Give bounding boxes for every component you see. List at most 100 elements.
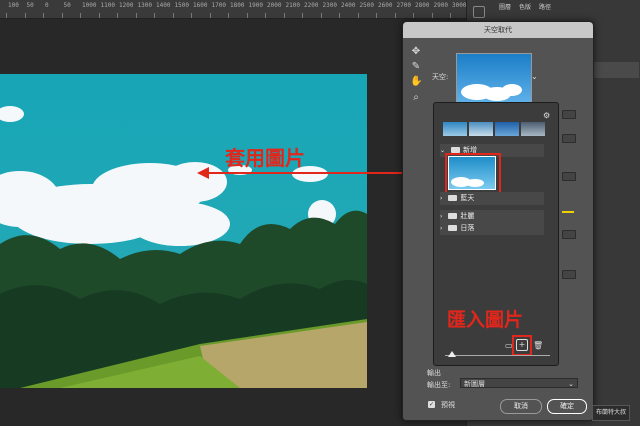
folder-blue-sky[interactable]: › 藍天 — [440, 192, 544, 205]
sky-dropdown-chevron-icon[interactable]: ⌄ — [531, 72, 538, 81]
ruler-tick — [154, 13, 155, 18]
chevron-right-icon: › — [440, 195, 443, 202]
ruler-tick — [61, 13, 63, 18]
sky-brush-icon[interactable]: ✎ — [410, 61, 422, 73]
output-to-value: 新圖層 — [464, 380, 485, 388]
preview-checkbox[interactable]: ✓ — [428, 401, 435, 408]
ruler-tick — [98, 13, 100, 18]
ruler-tick-label: 2300 — [322, 2, 337, 9]
dialog-field — [562, 134, 576, 143]
dialog-field — [562, 270, 576, 279]
recent-sky-thumb[interactable] — [521, 122, 545, 136]
ruler-tick-label: 2200 — [304, 2, 319, 9]
ruler-tick — [413, 13, 414, 18]
ruler-tick — [80, 13, 81, 18]
ok-button[interactable]: 確定 — [547, 399, 587, 414]
history-icon[interactable] — [473, 6, 485, 18]
sky-label: 天空: — [432, 73, 449, 81]
sky-preset-preview[interactable] — [456, 53, 532, 103]
ruler-tick-label: 2400 — [341, 2, 356, 9]
ruler-tick-label: 50 — [26, 2, 34, 9]
ruler-tick-label: 1900 — [248, 2, 263, 9]
ruler-tick — [283, 13, 285, 18]
folder-icon — [448, 225, 458, 231]
ruler-tick-label: 1500 — [174, 2, 189, 9]
hand-tool-icon[interactable]: ✋ — [410, 76, 422, 88]
ruler-tick — [265, 13, 266, 18]
ruler-tick-label: 2500 — [359, 2, 374, 9]
ruler-tick-label: 2900 — [433, 2, 448, 9]
dialog-field — [562, 230, 576, 239]
watermark: 布蘭特大叔 — [592, 405, 631, 421]
highlight-box — [445, 153, 501, 195]
ruler-tick-label: 1000 — [82, 2, 97, 9]
folder-icon — [448, 213, 458, 219]
ruler-tick — [357, 13, 359, 18]
output-to-select[interactable]: 新圖層 ⌄ — [460, 378, 578, 388]
ruler-tick-label: 1100 — [100, 2, 115, 9]
highlight-box — [512, 335, 532, 356]
recent-sky-thumb[interactable] — [443, 122, 467, 136]
folder-label: 壯麗 — [460, 212, 475, 220]
ruler-tick — [376, 13, 377, 18]
recent-sky-thumb[interactable] — [469, 122, 493, 136]
folder-sunset[interactable]: › 日落 — [440, 222, 544, 235]
gear-icon[interactable]: ⚙ — [543, 111, 550, 120]
ruler-tick-label: 50 — [63, 2, 71, 9]
ruler-tick — [117, 13, 118, 18]
ruler-tick — [6, 13, 7, 18]
tab-layers[interactable]: 圖層 — [499, 2, 511, 11]
zoom-tool-icon[interactable]: ⌕ — [410, 92, 422, 104]
recent-sky-thumb[interactable] — [495, 122, 519, 136]
cancel-button[interactable]: 取消 — [500, 399, 542, 414]
horizontal-ruler: 100 50 0 50 1000 1100 1200 1300 1400 1500 1600 1700… — [0, 0, 466, 19]
ruler-tick — [339, 13, 340, 18]
ruler-tick — [172, 13, 174, 18]
ruler-tick-label: 100 — [8, 2, 19, 9]
trash-icon[interactable]: 🗑 — [533, 341, 543, 350]
ruler-tick-label: 3000 — [452, 2, 466, 9]
layer-row[interactable] — [591, 62, 639, 78]
annotation-arrow-left — [197, 167, 431, 179]
dialog-title: 天空取代 — [403, 22, 593, 38]
slider-handle[interactable] — [448, 351, 456, 357]
chevron-down-icon: ⌄ — [568, 380, 574, 388]
ruler-tick-label: 2100 — [285, 2, 300, 9]
ruler-tick-label: 2600 — [378, 2, 393, 9]
ruler-tick — [228, 13, 229, 18]
ruler-tick — [209, 13, 211, 18]
ruler-tick — [431, 13, 433, 18]
ruler-tick-label: 1400 — [156, 2, 171, 9]
tab-channels[interactable]: 色版 — [519, 2, 531, 11]
output-to-label: 輸出至: — [427, 381, 451, 389]
annotation-import-image: 匯入圖片 — [447, 309, 524, 331]
ruler-tick-label: 0 — [45, 2, 49, 9]
chevron-right-icon: › — [440, 213, 443, 220]
preview-label: 預視 — [441, 401, 455, 409]
ruler-tick — [24, 13, 26, 18]
ruler-tick — [191, 13, 192, 18]
chevron-right-icon: › — [440, 225, 443, 232]
ruler-tick — [135, 13, 137, 18]
tab-paths[interactable]: 路徑 — [539, 2, 551, 11]
ruler-tick-label: 1200 — [119, 2, 134, 9]
dialog-field — [562, 172, 576, 181]
folder-label: 藍天 — [460, 194, 475, 202]
thumbnail-size-slider[interactable] — [445, 355, 550, 356]
ruler-tick-label: 1700 — [211, 2, 226, 9]
ruler-tick-label: 2000 — [267, 2, 282, 9]
ruler-tick — [246, 13, 248, 18]
ruler-tick — [302, 13, 303, 18]
ruler-tick — [320, 13, 322, 18]
folder-icon — [448, 195, 458, 201]
ruler-tick-label: 1800 — [230, 2, 245, 9]
ruler-tick — [450, 13, 451, 18]
ruler-tick-label: 1600 — [193, 2, 208, 9]
ruler-tick-label: 2800 — [415, 2, 430, 9]
slider-indicator — [562, 211, 574, 213]
canvas-image[interactable] — [0, 74, 367, 388]
ruler-tick — [43, 13, 44, 18]
folder-label: 日落 — [460, 224, 475, 232]
move-tool-icon[interactable]: ✥ — [410, 46, 422, 58]
output-section-label: 輸出 — [427, 369, 441, 377]
